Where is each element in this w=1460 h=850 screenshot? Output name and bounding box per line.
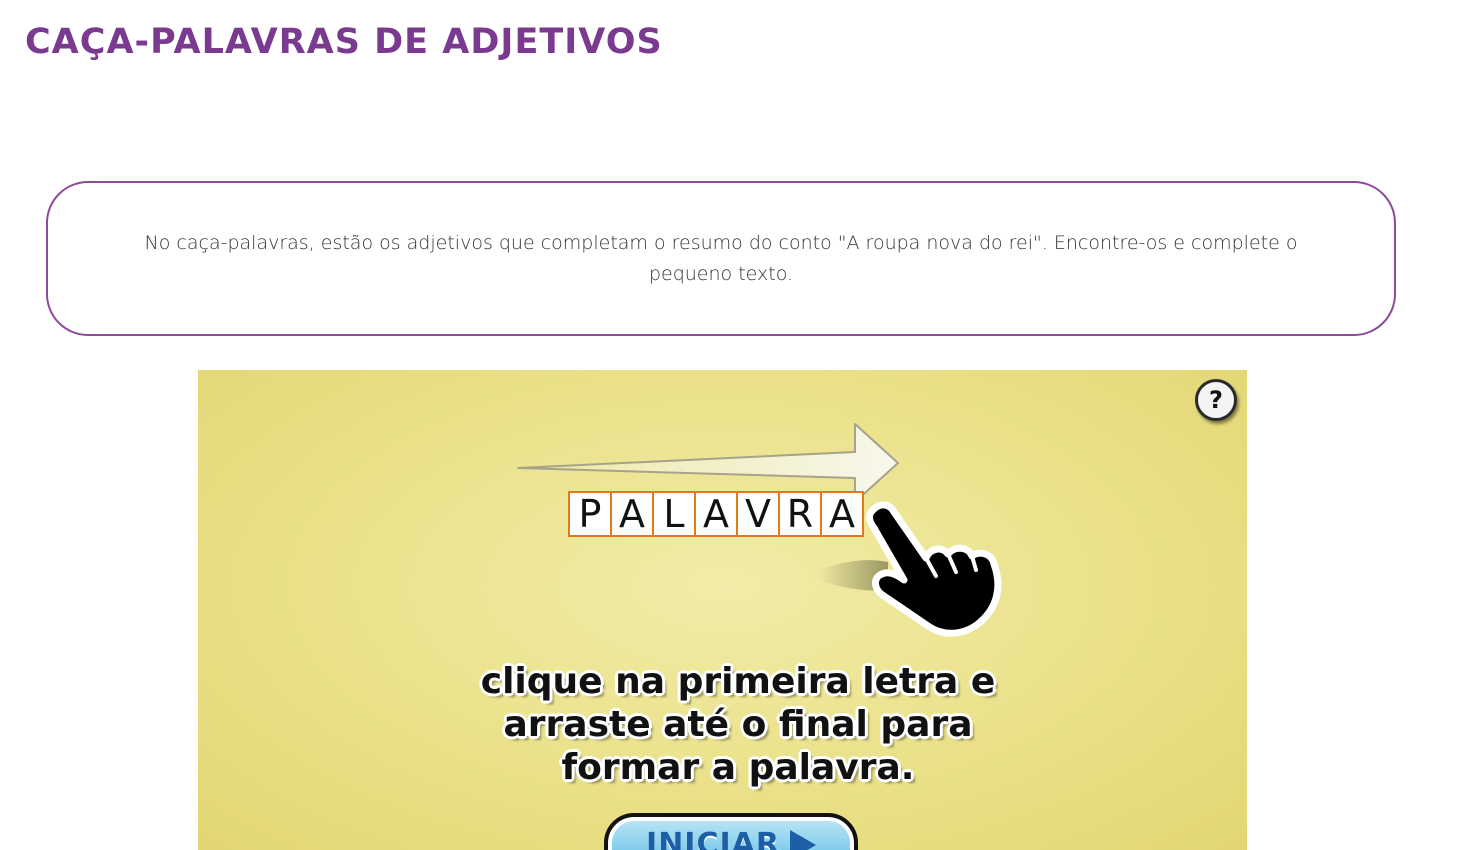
- question-mark-icon: ?: [1209, 386, 1223, 414]
- letter-cell: A: [694, 491, 738, 537]
- letter-cell: A: [610, 491, 654, 537]
- play-icon: [789, 830, 816, 850]
- start-label: INICIAR: [646, 827, 780, 850]
- letter-cell: V: [736, 491, 780, 537]
- page-title: CAÇA-PALAVRAS DE ADJETIVOS: [25, 22, 663, 62]
- pointing-hand-icon: [818, 501, 1002, 637]
- letter-cell: L: [652, 491, 696, 537]
- letter-cell: R: [778, 491, 822, 537]
- start-button[interactable]: INICIAR: [604, 813, 858, 850]
- instruction-caption: clique na primeira letra e arraste até o…: [480, 661, 996, 788]
- word-search-game[interactable]: ? P A L A V R A clique na primeira letra…: [198, 370, 1247, 850]
- instructions-text: No caça-palavras, estão os adjetivos que…: [144, 231, 1298, 285]
- letter-cell: P: [568, 491, 612, 537]
- help-button[interactable]: ?: [1195, 379, 1237, 421]
- instructions-box: No caça-palavras, estão os adjetivos que…: [46, 181, 1396, 336]
